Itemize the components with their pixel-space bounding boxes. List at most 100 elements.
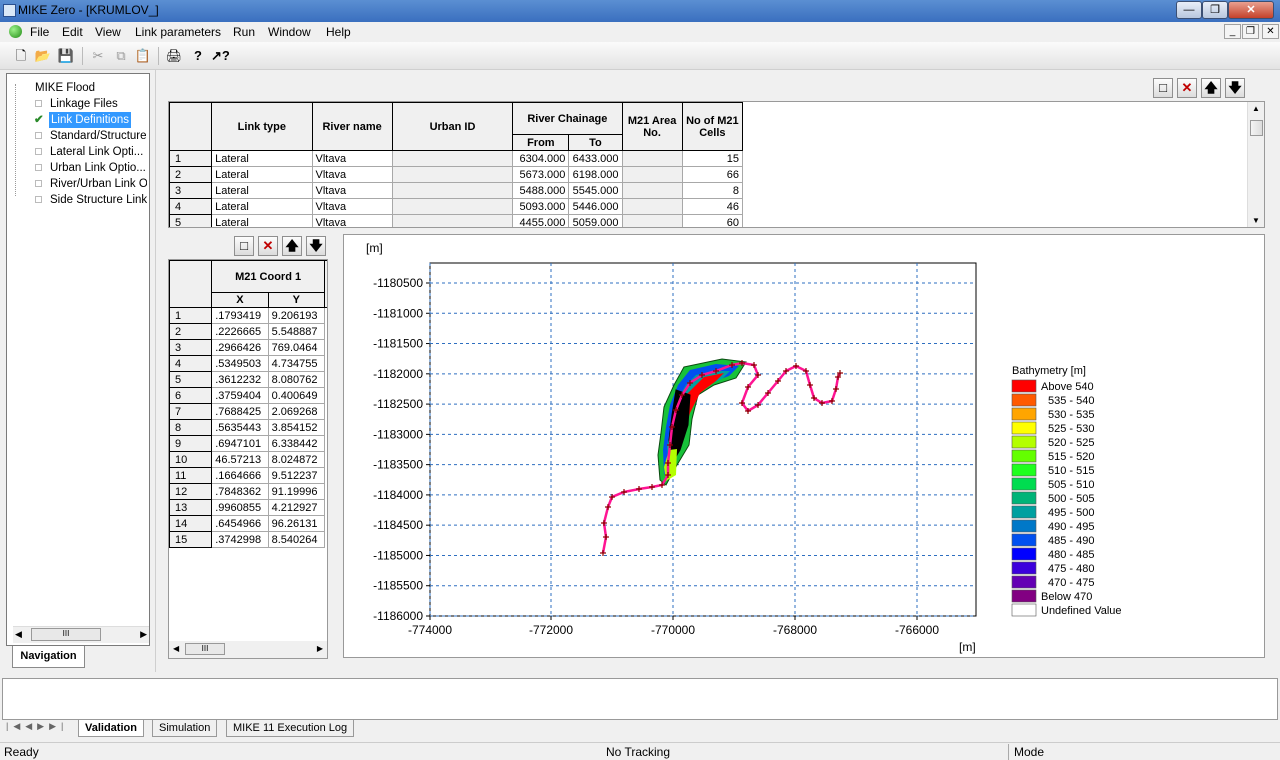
cell-n[interactable]: 9 bbox=[169, 435, 213, 452]
nav-item[interactable]: River/Urban Link Op bbox=[13, 176, 147, 192]
context-help-icon[interactable]: ↗? bbox=[211, 47, 230, 65]
nav-item[interactable]: Lateral Link Opti... bbox=[13, 144, 147, 160]
cell-x[interactable]: .2966426 bbox=[211, 339, 269, 356]
menu-window[interactable]: Window bbox=[268, 25, 311, 39]
document-icon[interactable] bbox=[9, 25, 22, 38]
link-table-scrollbar[interactable]: ▲ ▼ bbox=[1247, 102, 1264, 227]
cell-x[interactable]: .3742998 bbox=[211, 531, 269, 548]
cell-x[interactable]: .3612232 bbox=[211, 371, 269, 388]
table-row[interactable]: 5 Lateral Vltava 4455.000 5059.000 60 bbox=[169, 214, 744, 227]
table-row[interactable]: 1 Lateral Vltava 6304.000 6433.000 15 bbox=[169, 150, 744, 167]
coord-move-down-icon[interactable]: 🡇 bbox=[306, 236, 326, 256]
cell-empty[interactable] bbox=[391, 182, 514, 199]
cell-empty[interactable] bbox=[621, 150, 683, 167]
minimize-button[interactable]: — bbox=[1176, 1, 1202, 19]
cell-river[interactable]: Vltava bbox=[311, 150, 393, 167]
cell-empty[interactable] bbox=[391, 198, 514, 215]
cell-x[interactable]: .1793419 bbox=[211, 307, 269, 324]
cell-type[interactable]: Lateral bbox=[211, 166, 313, 183]
save-icon[interactable]: 💾 bbox=[57, 47, 75, 65]
cell-empty[interactable] bbox=[391, 166, 514, 183]
checkbox-icon[interactable] bbox=[35, 100, 42, 107]
cell-n[interactable]: 1 bbox=[169, 150, 213, 167]
coord-delete-row-icon[interactable]: ✕ bbox=[258, 236, 278, 256]
menu-view[interactable]: View bbox=[95, 25, 121, 39]
table-row[interactable]: 2 Lateral Vltava 5673.000 6198.000 66 bbox=[169, 166, 744, 183]
navigation-tab[interactable]: Navigation bbox=[12, 646, 85, 668]
cell-y[interactable]: 9.206193 bbox=[267, 307, 325, 324]
checkbox-icon[interactable] bbox=[35, 180, 42, 187]
cell-river[interactable]: Vltava bbox=[311, 214, 393, 227]
mdi-minimize-button[interactable]: _ bbox=[1224, 24, 1241, 39]
table-row[interactable]: 2.2226665 5.548887 bbox=[169, 323, 328, 340]
checkbox-icon[interactable] bbox=[35, 196, 42, 203]
cell-x[interactable]: .5635443 bbox=[211, 419, 269, 436]
table-row[interactable]: 8.5635443 3.854152 bbox=[169, 419, 328, 436]
nav-item[interactable]: Standard/Structure bbox=[13, 128, 147, 144]
cell-x[interactable]: .6947101 bbox=[211, 435, 269, 452]
cell-river[interactable]: Vltava bbox=[311, 182, 393, 199]
cell-type[interactable]: Lateral bbox=[211, 150, 313, 167]
table-row[interactable]: 6.3759404 0.400649 bbox=[169, 387, 328, 404]
table-row[interactable]: 15.3742998 8.540264 bbox=[169, 531, 328, 548]
cell-river[interactable]: Vltava bbox=[311, 198, 393, 215]
table-row[interactable]: 1.1793419 9.206193 bbox=[169, 307, 328, 324]
table-row[interactable]: 13.9960855 4.212927 bbox=[169, 499, 328, 516]
cell-y[interactable]: 8.024872 bbox=[267, 451, 325, 468]
cell-y[interactable]: 3.854152 bbox=[267, 419, 325, 436]
cell-type[interactable]: Lateral bbox=[211, 214, 313, 227]
nav-item[interactable]: Side Structure Link ( bbox=[13, 192, 147, 208]
cell-y[interactable]: 96.26131 bbox=[267, 515, 325, 532]
checkbox-icon[interactable] bbox=[35, 132, 42, 139]
cell-n[interactable]: 3 bbox=[169, 339, 213, 356]
cell-x[interactable]: .6454966 bbox=[211, 515, 269, 532]
cell-empty[interactable] bbox=[391, 214, 514, 227]
checkbox-icon[interactable] bbox=[35, 148, 42, 155]
print-icon[interactable]: 🖨 bbox=[165, 47, 183, 65]
cell-n[interactable]: 4 bbox=[169, 198, 213, 215]
tab-validation[interactable]: Validation bbox=[78, 720, 144, 737]
cell-empty[interactable] bbox=[621, 214, 683, 227]
paste-icon[interactable]: 📋 bbox=[134, 47, 152, 65]
menu-link-parameters[interactable]: Link parameters bbox=[135, 25, 221, 39]
table-row[interactable]: 4 Lateral Vltava 5093.000 5446.000 46 bbox=[169, 198, 744, 215]
new-icon[interactable]: 🗋 bbox=[12, 47, 30, 65]
cell-y[interactable]: 9.512237 bbox=[267, 467, 325, 484]
cell-y[interactable]: 5.548887 bbox=[267, 323, 325, 340]
menu-edit[interactable]: Edit bbox=[62, 25, 83, 39]
cell-n[interactable]: 11 bbox=[169, 467, 213, 484]
cell-cells[interactable]: 60 bbox=[681, 214, 744, 227]
table-row[interactable]: 14.6454966 96.26131 bbox=[169, 515, 328, 532]
nav-item[interactable]: Urban Link Optio... bbox=[13, 160, 147, 176]
cell-y[interactable]: 6.338442 bbox=[267, 435, 325, 452]
coord-move-up-icon[interactable]: 🡅 bbox=[282, 236, 302, 256]
cell-n[interactable]: 14 bbox=[169, 515, 213, 532]
cell-cells[interactable]: 15 bbox=[681, 150, 744, 167]
checkbox-icon[interactable] bbox=[35, 164, 42, 171]
cell-y[interactable]: 4.734755 bbox=[267, 355, 325, 372]
cell-y[interactable]: 4.212927 bbox=[267, 499, 325, 516]
cell-n[interactable]: 1 bbox=[169, 307, 213, 324]
cell-to[interactable]: 5059.000 bbox=[568, 214, 623, 227]
cell-from[interactable]: 5673.000 bbox=[512, 166, 570, 183]
cell-y[interactable]: 8.080762 bbox=[267, 371, 325, 388]
cell-x[interactable]: .1664666 bbox=[211, 467, 269, 484]
tree-root[interactable]: MIKE Flood bbox=[13, 80, 147, 96]
cell-to[interactable]: 5446.000 bbox=[568, 198, 623, 215]
move-up-icon[interactable]: 🡅 bbox=[1201, 78, 1221, 98]
cell-n[interactable]: 3 bbox=[169, 182, 213, 199]
cell-n[interactable]: 15 bbox=[169, 531, 213, 548]
cell-cells[interactable]: 66 bbox=[681, 166, 744, 183]
cell-y[interactable]: 769.0464 bbox=[267, 339, 325, 356]
table-row[interactable]: 9.6947101 6.338442 bbox=[169, 435, 328, 452]
cell-x[interactable]: .3759404 bbox=[211, 387, 269, 404]
mdi-restore-button[interactable]: ❐ bbox=[1242, 24, 1259, 39]
cell-from[interactable]: 5093.000 bbox=[512, 198, 570, 215]
cell-empty[interactable] bbox=[391, 150, 514, 167]
copy-icon[interactable]: ⧉ bbox=[112, 47, 130, 65]
tab-simulation[interactable]: Simulation bbox=[152, 720, 218, 737]
nav-horizontal-scrollbar[interactable]: ◀ III ▶ bbox=[13, 626, 149, 643]
cell-n[interactable]: 2 bbox=[169, 166, 213, 183]
cell-n[interactable]: 5 bbox=[169, 214, 213, 227]
menu-help[interactable]: Help bbox=[326, 25, 351, 39]
